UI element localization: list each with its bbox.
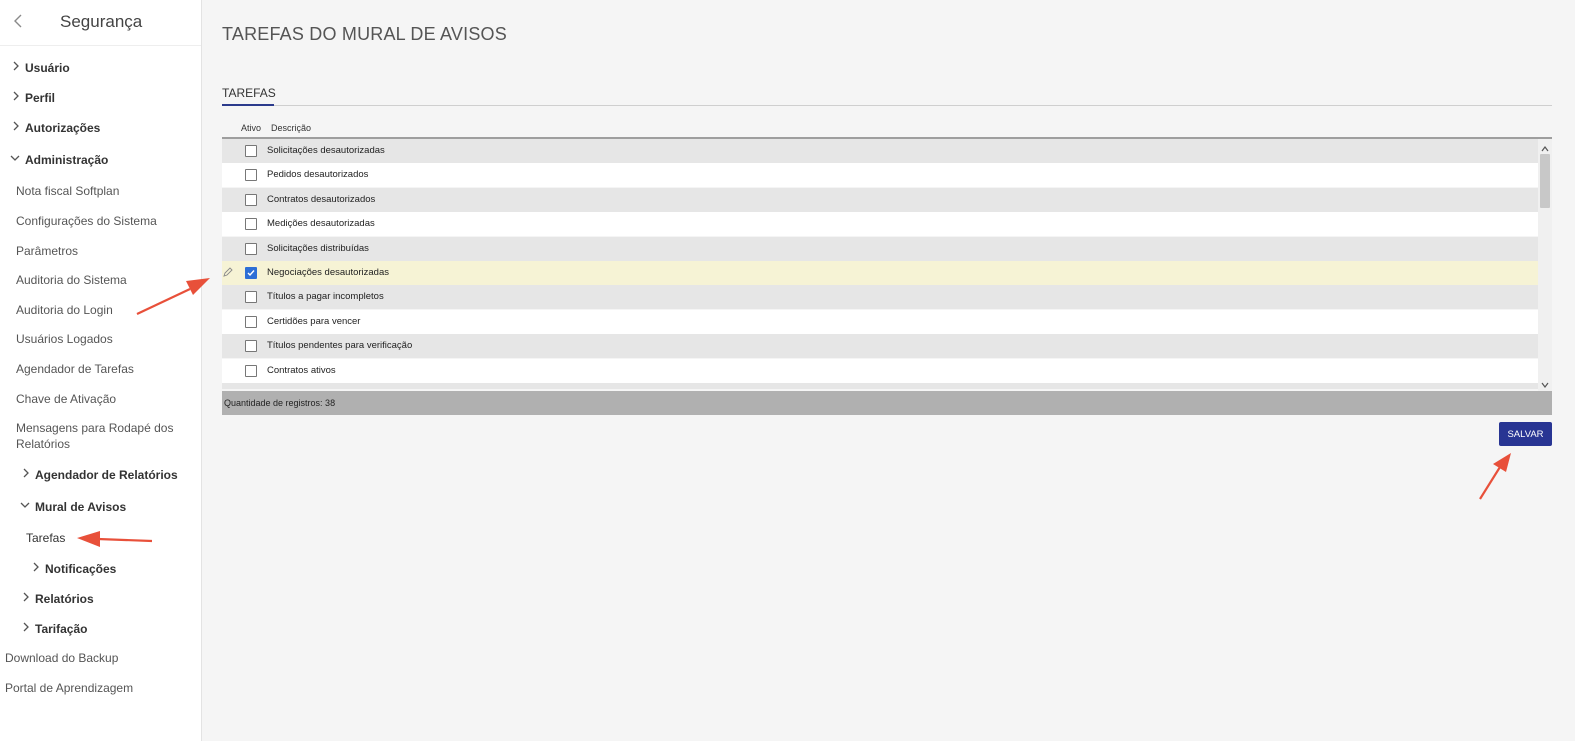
sidebar-item-notificacoes[interactable]: Notificações <box>31 561 116 576</box>
table-row[interactable]: Contratos desautorizados <box>222 188 1538 212</box>
active-checkbox[interactable] <box>245 340 257 352</box>
chevron-right-icon <box>21 621 31 633</box>
table-row-partial[interactable] <box>222 383 1538 389</box>
grid-footer: Quantidade de registros: 38 <box>222 391 1552 415</box>
sidebar-item-label: Tarifação <box>35 622 88 636</box>
active-checkbox[interactable] <box>245 243 257 255</box>
sidebar-item-autorizacoes[interactable]: Autorizações <box>11 120 100 135</box>
sidebar-item-usuario[interactable]: Usuário <box>11 60 70 75</box>
sidebar-item-label: Relatórios <box>35 592 94 606</box>
sidebar-item-mural-avisos[interactable]: Mural de Avisos <box>19 499 126 514</box>
sidebar-item-auditoria-login[interactable]: Auditoria do Login <box>16 303 113 317</box>
row-description: Negociações desautorizadas <box>267 267 389 278</box>
back-chevron-icon[interactable] <box>12 11 26 31</box>
chevron-right-icon <box>21 591 31 603</box>
active-checkbox[interactable] <box>245 194 257 206</box>
sidebar-item-agendador-relatorios[interactable]: Agendador de Relatórios <box>21 467 178 482</box>
table-row[interactable]: Pedidos desautorizados <box>222 163 1538 187</box>
grid-body: Solicitações desautorizadas Pedidos desa… <box>222 139 1538 389</box>
sidebar-item-relatorios[interactable]: Relatórios <box>21 591 94 606</box>
grid-scrollbar[interactable] <box>1538 139 1552 391</box>
sidebar-item-portal-aprendizagem[interactable]: Portal de Aprendizagem <box>5 681 133 695</box>
sidebar-item-agendador-tarefas[interactable]: Agendador de Tarefas <box>16 362 134 376</box>
scroll-up-icon[interactable] <box>1540 141 1550 152</box>
row-description: Contratos desautorizados <box>267 194 376 205</box>
table-row[interactable]: Solicitações distribuídas <box>222 237 1538 261</box>
sidebar-item-download-backup[interactable]: Download do Backup <box>5 651 118 665</box>
row-description: Solicitações distribuídas <box>267 243 369 254</box>
tab-divider <box>222 105 1552 106</box>
sidebar-item-tarifacao[interactable]: Tarifação <box>21 621 87 636</box>
row-description: Títulos a pagar incompletos <box>267 291 384 302</box>
table-row[interactable]: Medições desautorizadas <box>222 212 1538 236</box>
sidebar-item-administracao[interactable]: Administração <box>9 152 108 167</box>
row-description: Solicitações desautorizadas <box>267 145 385 156</box>
pencil-icon <box>223 267 233 280</box>
chevron-right-icon <box>11 90 21 102</box>
chevron-down-icon <box>9 152 21 164</box>
grid-header: Ativo Descrição <box>222 120 1552 139</box>
active-checkbox[interactable] <box>245 145 257 157</box>
sidebar-item-parametros[interactable]: Parâmetros <box>16 244 78 258</box>
sidebar-item-mensagens-rodape[interactable]: Mensagens para Rodapé dos Relatórios <box>16 420 191 452</box>
sidebar-item-nota-fiscal[interactable]: Nota fiscal Softplan <box>16 184 119 198</box>
sidebar-item-label: Mural de Avisos <box>35 500 127 514</box>
page-title: TAREFAS DO MURAL DE AVISOS <box>222 24 507 44</box>
row-description: Medições desautorizadas <box>267 218 375 229</box>
sidebar: Segurança Usuário Perfil Autorizações Ad… <box>0 0 202 741</box>
sidebar-item-label: Perfil <box>25 91 56 105</box>
active-checkbox[interactable] <box>245 291 257 303</box>
sidebar-item-label: Agendador de Relatórios <box>35 468 178 482</box>
active-checkbox-checked[interactable] <box>245 267 257 279</box>
sidebar-header: Segurança <box>0 0 201 46</box>
sidebar-item-configuracoes[interactable]: Configurações do Sistema <box>16 214 157 228</box>
active-checkbox[interactable] <box>245 365 257 377</box>
sidebar-item-usuarios-logados[interactable]: Usuários Logados <box>16 332 113 346</box>
sidebar-item-perfil[interactable]: Perfil <box>11 90 55 105</box>
tab-active-indicator <box>222 104 274 106</box>
table-row[interactable]: Solicitações desautorizadas <box>222 139 1538 163</box>
sidebar-item-label: Notificações <box>45 562 117 576</box>
sidebar-item-chave-ativacao[interactable]: Chave de Ativação <box>16 392 116 406</box>
record-count: Quantidade de registros: 38 <box>224 398 336 408</box>
chevron-right-icon <box>31 561 41 573</box>
active-checkbox[interactable] <box>245 218 257 230</box>
sidebar-item-label: Administração <box>25 153 109 167</box>
active-checkbox[interactable] <box>245 316 257 328</box>
sidebar-item-tarefas[interactable]: Tarefas <box>26 531 65 545</box>
chevron-down-icon <box>19 499 31 511</box>
column-header-description[interactable]: Descrição <box>271 123 311 133</box>
row-description: Títulos pendentes para verificação <box>267 340 413 351</box>
sidebar-item-label: Usuário <box>25 61 70 75</box>
sidebar-title: Segurança <box>60 12 143 31</box>
tab-tarefas[interactable]: TAREFAS <box>222 86 276 100</box>
column-header-active[interactable]: Ativo <box>241 123 261 133</box>
row-description: Contratos ativos <box>267 365 336 376</box>
row-description: Certidões para vencer <box>267 316 361 327</box>
row-description: Pedidos desautorizados <box>267 169 369 180</box>
chevron-right-icon <box>21 467 31 479</box>
chevron-right-icon <box>11 60 21 72</box>
table-row-selected[interactable]: Negociações desautorizadas <box>222 261 1538 285</box>
table-row[interactable]: Títulos a pagar incompletos <box>222 285 1538 309</box>
table-row[interactable]: Contratos ativos <box>222 359 1538 383</box>
scroll-down-icon[interactable] <box>1540 377 1550 388</box>
table-row[interactable]: Certidões para vencer <box>222 310 1538 334</box>
active-checkbox[interactable] <box>245 169 257 181</box>
table-row[interactable]: Títulos pendentes para verificação <box>222 334 1538 358</box>
scrollbar-thumb[interactable] <box>1540 154 1550 208</box>
sidebar-item-label: Autorizações <box>25 121 101 135</box>
save-button[interactable]: SALVAR <box>1499 422 1552 446</box>
chevron-right-icon <box>11 120 21 132</box>
checkmark-icon <box>247 270 255 277</box>
annotation-arrow-icon <box>1479 453 1511 500</box>
sidebar-item-auditoria-sistema[interactable]: Auditoria do Sistema <box>16 273 127 287</box>
